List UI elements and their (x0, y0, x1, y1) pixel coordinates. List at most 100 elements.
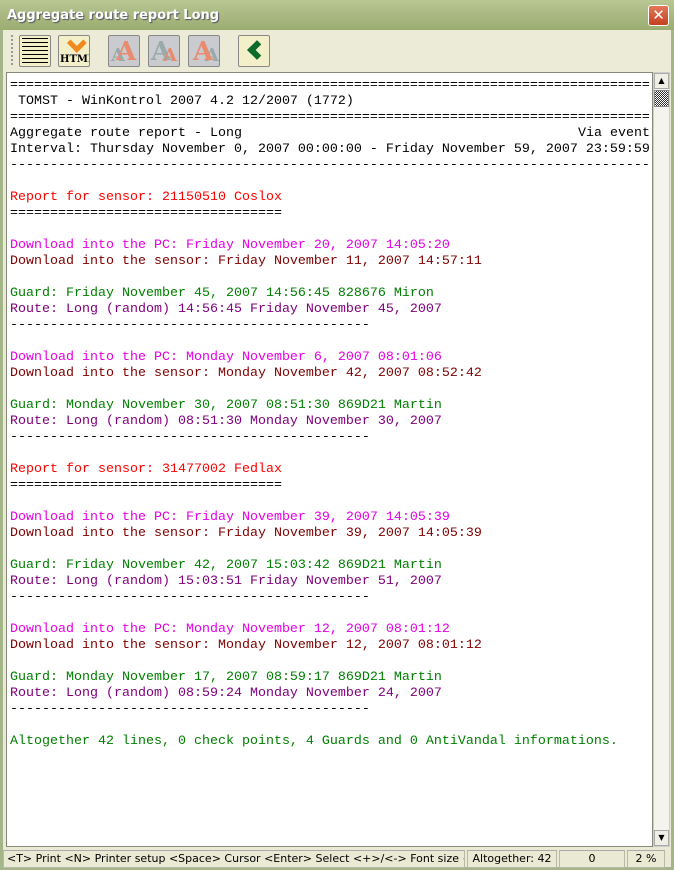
report-line-text: Interval: Thursday November 0, 2007 00:0… (10, 142, 650, 157)
font-default-button[interactable]: AA (108, 35, 140, 67)
font-smaller-button[interactable]: AA (148, 35, 180, 67)
status-hints: <T> Print <N> Printer setup <Space> Curs… (3, 850, 465, 868)
report-line-text: ----------------------------------------… (10, 318, 370, 333)
report-text: ================================== ======… (10, 78, 650, 750)
report-line: Download into the PC: Friday November 20… (10, 238, 650, 254)
export-html-button[interactable]: HTML (58, 35, 90, 67)
report-line-text: Download into the sensor: Monday Novembe… (10, 366, 482, 381)
report-line: Report for sensor: 31477002 Fedlax (10, 462, 650, 478)
report-line-text: ----------------------------------------… (10, 702, 370, 717)
report-line-text: ----------------------------------------… (10, 158, 650, 173)
report-line-text: Guard: Monday November 17, 2007 08:59:17… (10, 670, 442, 685)
report-line-text: Download into the PC: Friday November 20… (10, 238, 450, 253)
report-line: Aggregate route report - Long Via event (10, 126, 650, 142)
report-line-text: ----------------------------------------… (10, 430, 370, 445)
back-icon (247, 40, 267, 60)
report-line: ================================== (10, 478, 650, 494)
report-line: TOMST - WinKontrol 2007 4.2 12/2007 (177… (10, 94, 650, 110)
report-line-text: Report for sensor: 31477002 Fedlax (10, 462, 282, 477)
report-line: Route: Long (random) 14:56:45 Friday Nov… (10, 302, 650, 318)
html-label: HTML (60, 54, 89, 65)
report-line: Download into the PC: Monday November 6,… (10, 350, 650, 366)
report-line: ----------------------------------------… (10, 318, 650, 334)
report-line: Download into the PC: Monday November 12… (10, 622, 650, 638)
report-line: Route: Long (random) 15:03:51 Friday Nov… (10, 574, 650, 590)
vertical-scrollbar[interactable]: ▲ ▼ (653, 72, 670, 847)
report-line-text: Report for sensor: 21150510 Coslox (10, 190, 282, 205)
font-larger-button[interactable]: AA (188, 35, 220, 67)
scroll-up-button[interactable]: ▲ (654, 73, 669, 89)
report-line: Guard: Monday November 17, 2007 08:59:17… (10, 670, 650, 686)
report-line: ----------------------------------------… (10, 702, 650, 718)
report-line: ----------------------------------------… (10, 430, 650, 446)
toolbar: HTML AA AA AA (3, 30, 671, 72)
report-line-text: Download into the sensor: Friday Novembe… (10, 254, 482, 269)
report-line: Report for sensor: 21150510 Coslox (10, 190, 650, 206)
report-line-text: Route: Long (random) 15:03:51 Friday Nov… (10, 574, 442, 589)
detailed-report-icon (22, 38, 48, 64)
export-html-icon (66, 36, 87, 53)
report-line-text: ================================== (10, 206, 282, 221)
report-line: Guard: Friday November 45, 2007 14:56:45… (10, 286, 650, 302)
report-line: Download into the sensor: Monday Novembe… (10, 638, 650, 654)
report-line: Guard: Monday November 30, 2007 08:51:30… (10, 398, 650, 414)
close-button[interactable]: ✕ (648, 5, 669, 26)
toolbar-grip[interactable] (11, 35, 14, 65)
status-percent: 2 % (627, 850, 665, 868)
report-line-text: ================================== (10, 478, 282, 493)
report-line-text: Route: Long (random) 08:51:30 Monday Nov… (10, 414, 442, 429)
report-line: ----------------------------------------… (10, 158, 650, 174)
report-line: Altogether 42 lines, 0 check points, 4 G… (10, 734, 650, 750)
report-line-text: ========================================… (10, 78, 650, 93)
report-line: ----------------------------------------… (10, 590, 650, 606)
report-line-text: Download into the PC: Friday November 39… (10, 510, 450, 525)
scroll-down-button[interactable]: ▼ (654, 830, 669, 846)
report-line-text: Route: Long (random) 08:59:24 Monday Nov… (10, 686, 442, 701)
report-line: Download into the sensor: Friday Novembe… (10, 254, 650, 270)
report-line-text: Route: Long (random) 14:56:45 Friday Nov… (10, 302, 442, 317)
report-line: ========================================… (10, 78, 650, 94)
report-line-text: ========================================… (10, 110, 650, 125)
report-line-text: TOMST - WinKontrol 2007 4.2 12/2007 (177… (10, 94, 354, 109)
status-total: Altogether: 42 (467, 850, 557, 868)
report-line-text: Guard: Friday November 42, 2007 15:03:42… (10, 558, 442, 573)
report-line: Route: Long (random) 08:59:24 Monday Nov… (10, 686, 650, 702)
report-line-text: Guard: Monday November 30, 2007 08:51:30… (10, 398, 442, 413)
report-view[interactable]: ================================== ======… (6, 72, 653, 847)
report-line: Guard: Friday November 42, 2007 15:03:42… (10, 558, 650, 574)
report-line-text: Download into the PC: Monday November 6,… (10, 350, 442, 365)
detailed-report-button[interactable] (19, 35, 51, 67)
report-line-text: Download into the PC: Monday November 12… (10, 622, 450, 637)
scroll-thumb[interactable] (654, 90, 669, 107)
status-position: 0 (559, 850, 625, 868)
report-line: Route: Long (random) 08:51:30 Monday Nov… (10, 414, 650, 430)
report-line-text: Guard: Friday November 45, 2007 14:56:45… (10, 286, 434, 301)
report-line-text: Download into the sensor: Friday Novembe… (10, 526, 482, 541)
report-line: Interval: Thursday November 0, 2007 00:0… (10, 142, 650, 158)
status-bar: <T> Print <N> Printer setup <Space> Curs… (3, 850, 671, 868)
title-bar: Aggregate route report Long (0, 0, 674, 30)
report-mode: Via event (578, 126, 650, 141)
report-line-text: Aggregate route report - Long (10, 126, 242, 141)
report-line-text: Altogether 42 lines, 0 check points, 4 G… (10, 734, 618, 749)
report-line: Download into the PC: Friday November 39… (10, 510, 650, 526)
report-line-text: ----------------------------------------… (10, 590, 370, 605)
report-line: Download into the sensor: Monday Novembe… (10, 366, 650, 382)
report-line-text: Download into the sensor: Monday Novembe… (10, 638, 482, 653)
back-button[interactable] (238, 35, 270, 67)
window-title: Aggregate route report Long (7, 8, 220, 23)
report-line: ========================================… (10, 110, 650, 126)
report-line: ================================== (10, 206, 650, 222)
report-line: Download into the sensor: Friday Novembe… (10, 526, 650, 542)
